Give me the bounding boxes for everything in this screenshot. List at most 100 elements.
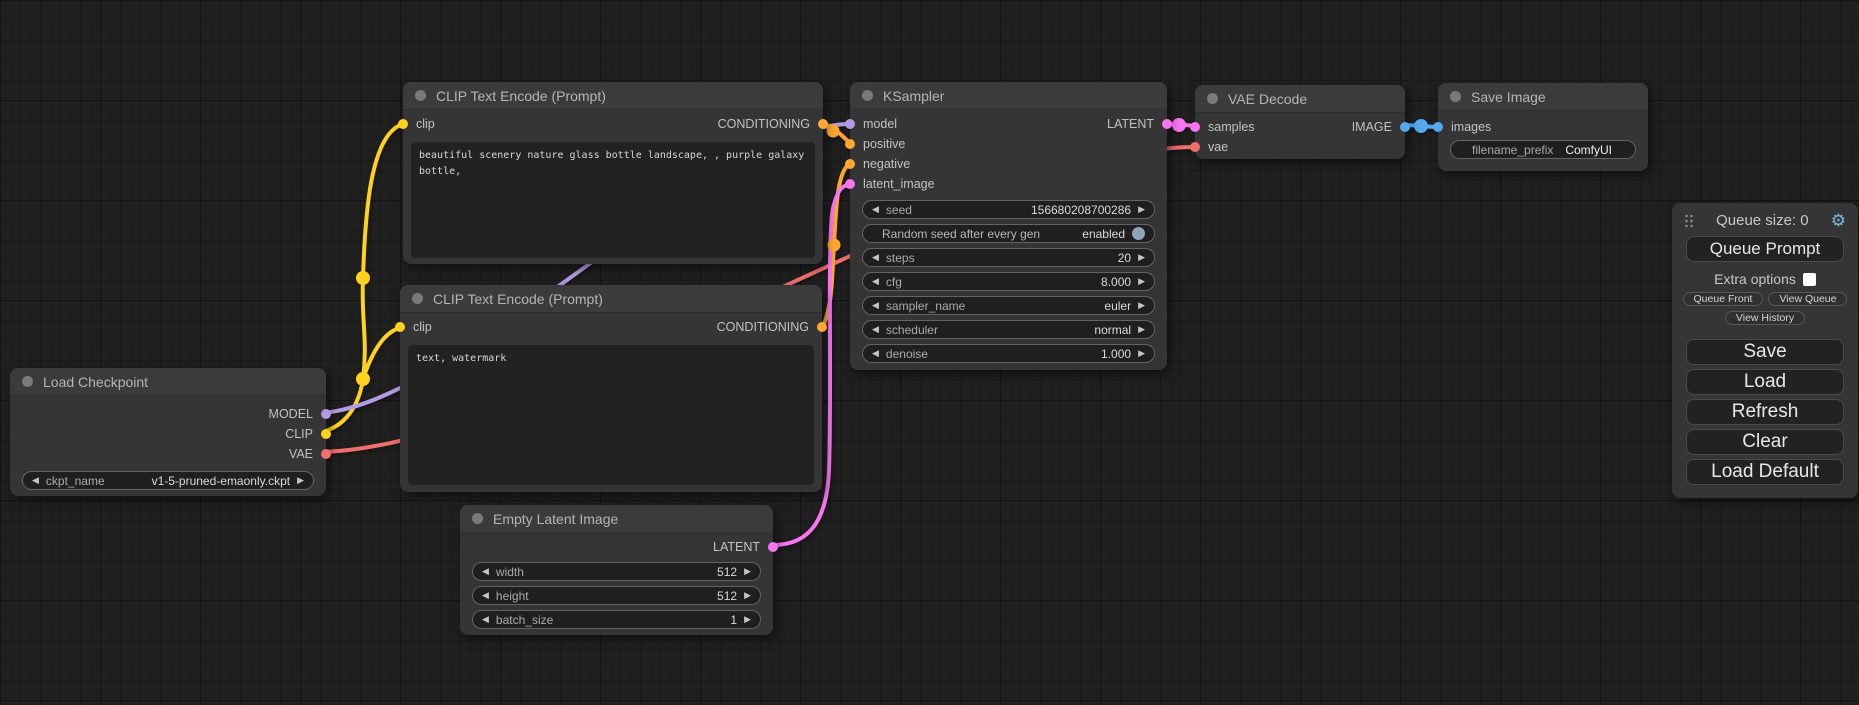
queue-front-button[interactable]: Queue Front xyxy=(1683,292,1764,306)
decrement-arrow-icon[interactable] xyxy=(482,567,489,576)
output-slot-model[interactable] xyxy=(321,409,331,419)
input-slot-negative[interactable] xyxy=(845,159,855,169)
refresh-button[interactable]: Refresh xyxy=(1686,399,1844,425)
node-header[interactable]: Load Checkpoint xyxy=(10,368,326,396)
decrement-arrow-icon[interactable] xyxy=(872,349,879,358)
widget-value: euler xyxy=(1104,299,1131,313)
decrement-arrow-icon[interactable] xyxy=(872,205,879,214)
decrement-arrow-icon[interactable] xyxy=(872,253,879,262)
output-slot-latent[interactable] xyxy=(768,542,778,552)
output-slot-image[interactable] xyxy=(1400,122,1410,132)
decrement-arrow-icon[interactable] xyxy=(482,615,489,624)
widget-steps[interactable]: steps 20 xyxy=(862,248,1155,267)
collapse-dot-icon[interactable] xyxy=(1450,91,1461,102)
widget-label: height xyxy=(496,589,529,603)
load-default-button[interactable]: Load Default xyxy=(1686,459,1844,485)
widget-scheduler[interactable]: scheduler normal xyxy=(862,320,1155,339)
widget-ckpt-name[interactable]: ckpt_name v1-5-pruned-emaonly.ckpt xyxy=(22,471,314,490)
link-dot-clip-upper xyxy=(356,271,370,285)
input-slot-clip[interactable] xyxy=(398,119,408,129)
increment-arrow-icon[interactable] xyxy=(297,476,304,485)
collapse-dot-icon[interactable] xyxy=(412,293,423,304)
node-load-checkpoint[interactable]: Load Checkpoint MODEL CLIP VAE ckpt_name… xyxy=(10,368,326,496)
output-label-latent: LATENT xyxy=(1107,117,1154,131)
node-empty-latent-image[interactable]: Empty Latent Image LATENT width 512 heig… xyxy=(460,505,773,635)
node-ksampler[interactable]: KSampler model LATENT positive negative … xyxy=(850,82,1167,370)
widget-filename-prefix[interactable]: filename_prefix ComfyUI xyxy=(1450,140,1636,159)
output-slot-vae[interactable] xyxy=(321,449,331,459)
widget-value: 156680208700286 xyxy=(1031,203,1131,217)
increment-arrow-icon[interactable] xyxy=(744,615,751,624)
widget-width[interactable]: width 512 xyxy=(472,562,761,581)
widget-seed[interactable]: seed 156680208700286 xyxy=(862,200,1155,219)
load-button[interactable]: Load xyxy=(1686,369,1844,395)
decrement-arrow-icon[interactable] xyxy=(482,591,489,600)
output-label-model: MODEL xyxy=(269,407,313,421)
queue-size-label: Queue size: 0 xyxy=(1694,212,1831,229)
prompt-textarea-positive[interactable]: beautiful scenery nature glass bottle la… xyxy=(411,142,815,258)
output-slot-latent[interactable] xyxy=(1162,119,1172,129)
widget-denoise[interactable]: denoise 1.000 xyxy=(862,344,1155,363)
node-header[interactable]: VAE Decode xyxy=(1195,85,1405,113)
node-clip-text-encode-negative[interactable]: CLIP Text Encode (Prompt) clip CONDITION… xyxy=(400,285,822,492)
widget-cfg[interactable]: cfg 8.000 xyxy=(862,272,1155,291)
input-slot-samples[interactable] xyxy=(1190,122,1200,132)
comfyui-canvas[interactable]: { "colors": { "clip": "#ffd21e", "model"… xyxy=(0,0,1859,705)
increment-arrow-icon[interactable] xyxy=(1138,253,1145,262)
gear-icon[interactable]: ⚙ xyxy=(1831,212,1846,229)
input-slot-latent-image[interactable] xyxy=(845,179,855,189)
decrement-arrow-icon[interactable] xyxy=(872,325,879,334)
output-slot-conditioning[interactable] xyxy=(817,322,827,332)
decrement-arrow-icon[interactable] xyxy=(872,277,879,286)
view-history-button[interactable]: View History xyxy=(1725,311,1805,325)
node-clip-text-encode-positive[interactable]: CLIP Text Encode (Prompt) clip CONDITION… xyxy=(403,82,823,264)
link-dot-cond-positive xyxy=(827,125,840,138)
widget-batch-size[interactable]: batch_size 1 xyxy=(472,610,761,629)
collapse-dot-icon[interactable] xyxy=(472,513,483,524)
node-vae-decode[interactable]: VAE Decode samples IMAGE vae xyxy=(1195,85,1405,159)
increment-arrow-icon[interactable] xyxy=(1138,277,1145,286)
node-header[interactable]: CLIP Text Encode (Prompt) xyxy=(400,285,822,313)
collapse-dot-icon[interactable] xyxy=(415,90,426,101)
view-queue-button[interactable]: View Queue xyxy=(1768,292,1847,306)
node-header[interactable]: Empty Latent Image xyxy=(460,505,773,533)
extra-options-checkbox[interactable] xyxy=(1803,273,1816,286)
increment-arrow-icon[interactable] xyxy=(1138,349,1145,358)
toggle-enabled-icon[interactable] xyxy=(1132,227,1145,240)
node-header[interactable]: Save Image xyxy=(1438,83,1648,111)
output-label-latent: LATENT xyxy=(713,540,760,554)
input-slot-clip[interactable] xyxy=(395,322,405,332)
node-header[interactable]: CLIP Text Encode (Prompt) xyxy=(403,82,823,110)
output-slot-clip[interactable] xyxy=(321,429,331,439)
collapse-dot-icon[interactable] xyxy=(22,376,33,387)
output-label-image: IMAGE xyxy=(1352,120,1392,134)
increment-arrow-icon[interactable] xyxy=(744,591,751,600)
collapse-dot-icon[interactable] xyxy=(1207,93,1218,104)
save-button[interactable]: Save xyxy=(1686,339,1844,365)
queue-panel[interactable]: Queue size: 0 ⚙ Queue Prompt Extra optio… xyxy=(1672,203,1858,498)
input-label-samples: samples xyxy=(1208,120,1255,134)
output-slot-conditioning[interactable] xyxy=(818,119,828,129)
widget-label: cfg xyxy=(886,275,902,289)
node-header[interactable]: KSampler xyxy=(850,82,1167,110)
widget-sampler-name[interactable]: sampler_name euler xyxy=(862,296,1155,315)
increment-arrow-icon[interactable] xyxy=(1138,325,1145,334)
node-title: CLIP Text Encode (Prompt) xyxy=(433,291,603,307)
input-slot-model[interactable] xyxy=(845,119,855,129)
clear-button[interactable]: Clear xyxy=(1686,429,1844,455)
increment-arrow-icon[interactable] xyxy=(1138,205,1145,214)
prompt-textarea-negative[interactable]: text, watermark xyxy=(408,345,814,485)
increment-arrow-icon[interactable] xyxy=(744,567,751,576)
node-save-image[interactable]: Save Image images filename_prefix ComfyU… xyxy=(1438,83,1648,171)
input-slot-positive[interactable] xyxy=(845,139,855,149)
widget-height[interactable]: height 512 xyxy=(472,586,761,605)
decrement-arrow-icon[interactable] xyxy=(872,301,879,310)
widget-random-seed-toggle[interactable]: Random seed after every gen enabled xyxy=(862,224,1155,243)
queue-prompt-button[interactable]: Queue Prompt xyxy=(1686,236,1844,262)
input-slot-images[interactable] xyxy=(1433,122,1443,132)
increment-arrow-icon[interactable] xyxy=(1138,301,1145,310)
decrement-arrow-icon[interactable] xyxy=(32,476,39,485)
collapse-dot-icon[interactable] xyxy=(862,90,873,101)
drag-handle-icon[interactable] xyxy=(1684,214,1694,228)
input-slot-vae[interactable] xyxy=(1190,142,1200,152)
